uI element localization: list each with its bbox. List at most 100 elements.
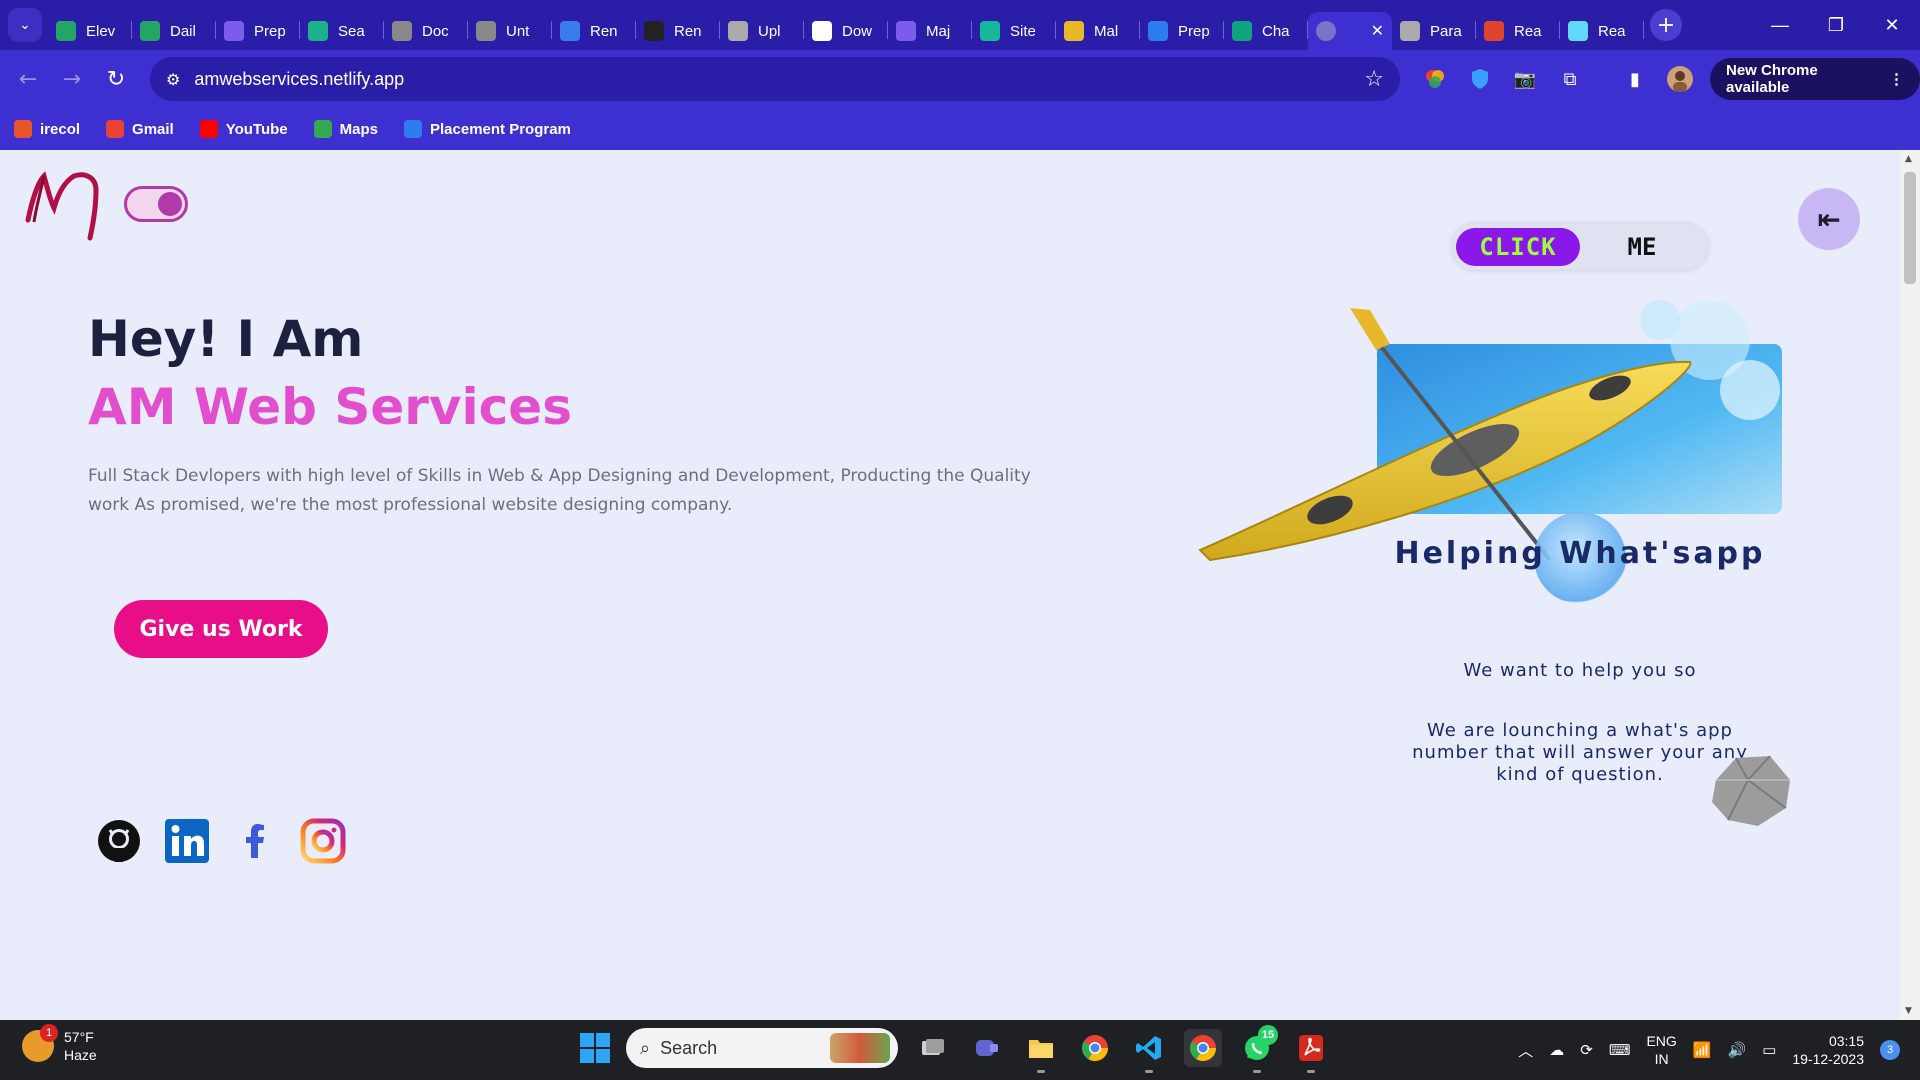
- browser-tab[interactable]: Ren: [636, 12, 720, 50]
- tab-label: Para: [1430, 22, 1462, 40]
- bookmark-item[interactable]: irecol: [14, 120, 80, 138]
- menu-toggle-icon[interactable]: ⇤: [1798, 188, 1860, 250]
- file-explorer-icon[interactable]: [1022, 1029, 1060, 1073]
- vercel-v-icon: [308, 21, 328, 41]
- globe-icon: [1316, 21, 1336, 41]
- clock[interactable]: 03:15 19-12-2023: [1792, 1032, 1864, 1068]
- close-window-icon[interactable]: ✕: [1864, 15, 1920, 36]
- tab-label: Mal: [1094, 22, 1119, 40]
- vscode-icon[interactable]: [1130, 1029, 1168, 1073]
- side-panel-icon[interactable]: ▮: [1620, 64, 1650, 94]
- extensions-puzzle-icon[interactable]: ⧉: [1555, 64, 1585, 94]
- browser-tab[interactable]: Cha: [1224, 12, 1308, 50]
- reload-icon[interactable]: ↻: [94, 67, 138, 92]
- whatsapp-description: We are lounching a what's app number tha…: [1412, 720, 1748, 785]
- more-menu-icon[interactable]: ⋮: [1889, 70, 1904, 88]
- address-bar[interactable]: ⚙ amwebservices.netlify.app ☆: [150, 57, 1400, 101]
- forward-icon[interactable]: →: [50, 67, 94, 92]
- taskbar-search[interactable]: ⌕ Search: [626, 1028, 898, 1068]
- browser-tab[interactable]: Unt: [468, 12, 552, 50]
- bookmark-item[interactable]: YouTube: [199, 120, 288, 138]
- battery-icon[interactable]: ▭: [1762, 1041, 1776, 1059]
- list-icon: [896, 21, 916, 41]
- color-extension-icon[interactable]: [1420, 64, 1450, 94]
- chrome-icon[interactable]: [1076, 1029, 1114, 1067]
- onedrive-cloud-icon[interactable]: ☁: [1549, 1041, 1564, 1059]
- scroll-up-arrow-icon[interactable]: ▲: [1905, 154, 1912, 164]
- url-text[interactable]: amwebservices.netlify.app: [194, 69, 404, 90]
- browser-tab[interactable]: Prep: [1140, 12, 1224, 50]
- instagram-icon[interactable]: [300, 818, 346, 864]
- globe-icon: [476, 21, 496, 41]
- browser-tab[interactable]: Doc: [384, 12, 468, 50]
- click-me-toggle[interactable]: CLICK ME: [1452, 224, 1708, 270]
- restore-icon[interactable]: ❐: [1808, 15, 1864, 36]
- site-info-icon[interactable]: ⚙: [166, 70, 180, 89]
- give-us-work-button[interactable]: Give us Work: [114, 600, 328, 658]
- browser-tab[interactable]: Ren: [552, 12, 636, 50]
- new-tab-button[interactable]: +: [1650, 9, 1682, 41]
- theme-toggle[interactable]: [124, 186, 188, 222]
- browser-tab[interactable]: Dow: [804, 12, 888, 50]
- pb-icon: [404, 120, 422, 138]
- keyboard-icon[interactable]: ⌨: [1609, 1041, 1631, 1059]
- bookmark-label: Gmail: [132, 120, 174, 138]
- am-logo[interactable]: [24, 164, 104, 244]
- whatsapp-badge: 15: [1258, 1025, 1278, 1045]
- bookmark-label: Placement Program: [430, 120, 571, 138]
- rock-image: [1712, 755, 1790, 826]
- browser-tab[interactable]: Rea: [1476, 12, 1560, 50]
- notification-count-badge[interactable]: 3: [1880, 1040, 1900, 1060]
- tab-label: Ren: [674, 22, 702, 40]
- task-view-icon[interactable]: [914, 1029, 952, 1067]
- linkedin-icon[interactable]: [164, 818, 210, 864]
- browser-tab[interactable]: Sea: [300, 12, 384, 50]
- facebook-icon[interactable]: [232, 818, 278, 864]
- sync-icon[interactable]: ⟳: [1580, 1041, 1593, 1059]
- bookmark-item[interactable]: Maps: [313, 120, 378, 138]
- whatsapp-subtitle: We want to help you so: [1463, 660, 1697, 681]
- profile-avatar[interactable]: [1665, 64, 1695, 94]
- wifi-icon[interactable]: 📶: [1693, 1041, 1712, 1059]
- tab-label: Ren: [590, 22, 618, 40]
- chrome-active-icon[interactable]: [1184, 1029, 1222, 1067]
- browser-tab[interactable]: Prep: [216, 12, 300, 50]
- tab-label: Maj: [926, 22, 951, 40]
- whatsapp-icon[interactable]: 15: [1238, 1025, 1278, 1073]
- github-icon[interactable]: [96, 818, 142, 864]
- windows-start-icon[interactable]: [580, 1033, 610, 1063]
- language-line2: IN: [1654, 1051, 1669, 1067]
- page-scrollbar[interactable]: ▲ ▼: [1900, 150, 1920, 1020]
- browser-tab[interactable]: Upl: [720, 12, 804, 50]
- active-browser-tab[interactable]: ✕: [1308, 12, 1392, 50]
- close-tab-icon[interactable]: ✕: [1371, 21, 1384, 41]
- new-chrome-available-button[interactable]: New Chrome available ⋮: [1710, 58, 1920, 100]
- back-icon[interactable]: ←: [6, 67, 50, 92]
- tab-strip: ⌄ Elev Dail Prep Sea Doc Unt Ren Ren Upl Dow Maj Si…: [0, 0, 1920, 50]
- browser-tab[interactable]: Site: [972, 12, 1056, 50]
- minimize-icon[interactable]: —: [1752, 15, 1808, 36]
- bookmark-item[interactable]: Gmail: [106, 120, 174, 138]
- toggle-knob: [158, 192, 182, 216]
- volume-icon[interactable]: 🔊: [1728, 1041, 1747, 1059]
- browser-tab[interactable]: Maj: [888, 12, 972, 50]
- browser-toolbar: ← → ↻ ⚙ amwebservices.netlify.app ☆ 📷 ⧉ …: [0, 50, 1920, 108]
- language-indicator[interactable]: ENG IN: [1646, 1032, 1676, 1068]
- scrollbar-thumb[interactable]: [1904, 172, 1916, 284]
- diamond-icon: [980, 21, 1000, 41]
- camera-icon[interactable]: 📷: [1510, 64, 1540, 94]
- acrobat-icon[interactable]: [1292, 1029, 1330, 1073]
- show-hidden-icons-chevron-icon[interactable]: ︿: [1518, 1040, 1533, 1061]
- shield-extension-icon[interactable]: [1465, 64, 1495, 94]
- tab-search-button[interactable]: ⌄: [8, 8, 42, 42]
- browser-tab[interactable]: Para: [1392, 12, 1476, 50]
- bookmark-star-icon[interactable]: ☆: [1364, 67, 1384, 92]
- weather-widget[interactable]: 1 57°F Haze: [22, 1024, 97, 1064]
- browser-tab[interactable]: Mal: [1056, 12, 1140, 50]
- bookmark-item[interactable]: Placement Program: [404, 120, 571, 138]
- browser-tab[interactable]: Dail: [132, 12, 216, 50]
- browser-tab[interactable]: Elev: [48, 12, 132, 50]
- teams-icon[interactable]: [968, 1029, 1006, 1067]
- scroll-down-arrow-icon[interactable]: ▼: [1905, 1006, 1912, 1016]
- browser-tab[interactable]: Rea: [1560, 12, 1644, 50]
